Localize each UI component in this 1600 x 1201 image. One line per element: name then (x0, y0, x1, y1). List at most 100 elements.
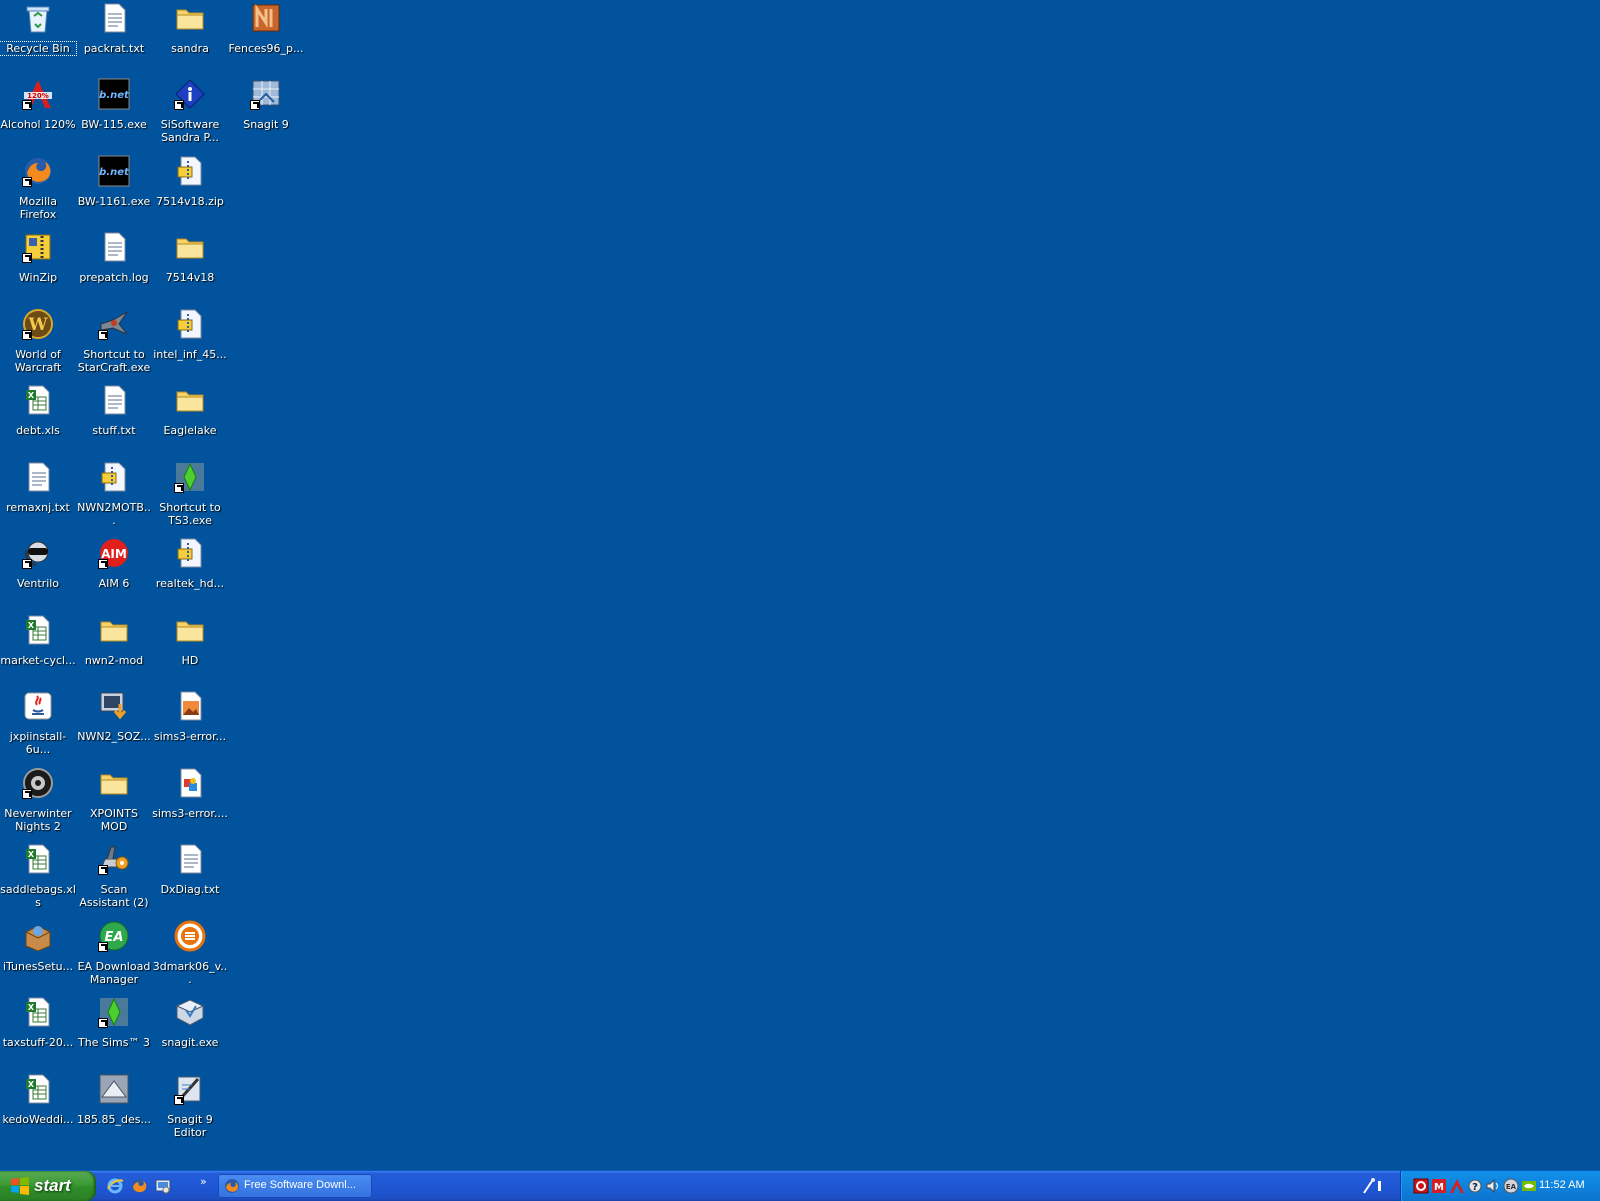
desktop-icon-jxpiinstall[interactable]: jxpiinstall-6u... (0, 688, 76, 762)
volume-icon[interactable] (1485, 1178, 1501, 1194)
clock[interactable]: 11:52 AM (1539, 1179, 1585, 1191)
snagit-editor-icon (174, 1073, 206, 1105)
snagit-icon (250, 78, 282, 110)
desktop-icon-bw-115-exe[interactable]: b.net BW-115.exe (76, 76, 152, 150)
desktop[interactable]: Recycle Bin 120% Alcohol 120% Mozilla Fi… (0, 0, 1600, 1170)
desktop-icon-nwn2-soz[interactable]: NWN2_SOZ... (76, 688, 152, 762)
scan-assistant-icon (98, 843, 130, 875)
alcohol-icon: 120% (22, 78, 54, 110)
desktop-icon-packrat-txt[interactable]: packrat.txt (76, 0, 152, 74)
firefox-icon (224, 1178, 240, 1194)
desktop-icon-the-sims-3[interactable]: The Sims™ 3 (76, 994, 152, 1068)
desktop-icon-sandra[interactable]: sandra (152, 0, 228, 74)
desktop-icon-shortcut-starcraft[interactable]: Shortcut to StarCraft.exe (76, 306, 152, 380)
firefox-icon (22, 155, 54, 187)
start-button[interactable]: start (0, 1171, 96, 1201)
image-file-icon (174, 767, 206, 799)
desktop-icon-snagit-9[interactable]: Snagit 9 (228, 76, 304, 150)
desktop-icon-saddlebags-xls[interactable]: X saddlebags.xls (0, 841, 76, 915)
excel-file-icon: X (22, 843, 54, 875)
desktop-icon-recycle-bin[interactable]: Recycle Bin (0, 0, 77, 74)
desktop-icon-3dmark06[interactable]: 3dmark06_v... (152, 918, 228, 992)
windows-logo-icon (10, 1176, 30, 1196)
taskbar: start » Free Software Downl... M ? EA 11… (0, 1170, 1600, 1201)
excel-file-icon: X (22, 996, 54, 1028)
desktop-icon-sisoftware-sandra[interactable]: SiSoftware Sandra P... (152, 76, 228, 150)
show-desktop-icon[interactable] (154, 1177, 172, 1195)
folder-icon (174, 614, 206, 646)
task-button-firefox[interactable]: Free Software Downl... (218, 1174, 372, 1198)
installer-icon (250, 2, 282, 34)
desktop-icon-185-85-des[interactable]: 185.85_des... (76, 1071, 152, 1145)
svg-text:X: X (28, 1003, 35, 1012)
desktop-icon-world-of-warcraft[interactable]: W World of Warcraft (0, 306, 76, 380)
svg-text:X: X (28, 391, 35, 400)
desktop-icon-sims3-error-1[interactable]: sims3-error... (152, 688, 228, 762)
desktop-icon-xpoints-mod[interactable]: XPOINTS MOD (76, 765, 152, 839)
desktop-icon-alcohol-120[interactable]: 120% Alcohol 120% (0, 76, 76, 150)
desktop-icon-stuff-txt[interactable]: stuff.txt (76, 382, 152, 456)
desktop-icon-sims3-error-2[interactable]: sims3-error.... (152, 765, 228, 839)
desktop-icon-hd[interactable]: HD (152, 612, 228, 686)
desktop-icon-taxstuff[interactable]: X taxstuff-20... (0, 994, 76, 1068)
svg-text:X: X (28, 850, 35, 859)
desktop-icon-neverwinter-nights-2[interactable]: Neverwinter Nights 2 (0, 765, 76, 839)
zip-file-icon (174, 155, 206, 187)
internet-explorer-icon[interactable] (106, 1177, 124, 1195)
desktop-icon-mozilla-firefox[interactable]: Mozilla Firefox (0, 153, 76, 227)
ventrilo-icon (22, 537, 54, 569)
folder-icon (174, 384, 206, 416)
snagit-installer-icon (174, 996, 206, 1028)
nvidia-installer-icon (98, 1073, 130, 1105)
desktop-icon-realtek-hd[interactable]: realtek_hd... (152, 535, 228, 609)
svg-text:120%: 120% (27, 92, 49, 100)
desktop-icon-intel-inf[interactable]: intel_inf_45... (152, 306, 228, 380)
desktop-icon-kedoweddi[interactable]: X kedoWeddi... (0, 1071, 76, 1145)
desktop-icon-7514v18[interactable]: 7514v18 (152, 229, 228, 303)
desktop-icon-scan-assistant[interactable]: Scan Assistant (2) (76, 841, 152, 915)
help-icon[interactable]: ? (1467, 1178, 1483, 1194)
zip-file-icon (98, 461, 130, 493)
desktop-icon-shortcut-ts3[interactable]: Shortcut to TS3.exe (152, 459, 228, 533)
system-tray: M ? EA 11:52 AM (1400, 1171, 1600, 1201)
desktop-icon-remaxnj-txt[interactable]: remaxnj.txt (0, 459, 76, 533)
desktop-icon-winzip[interactable]: WinZip (0, 229, 76, 303)
mcafee-icon[interactable]: M (1431, 1178, 1447, 1194)
quick-launch-more-button[interactable]: » (200, 1175, 207, 1188)
installer-icon (98, 690, 130, 722)
desktop-icon-eaglelake[interactable]: Eaglelake (152, 382, 228, 456)
excel-file-icon: X (22, 614, 54, 646)
ea-tray-icon[interactable]: EA (1503, 1178, 1519, 1194)
desktop-icon-nwn2-mod[interactable]: nwn2-mod (76, 612, 152, 686)
desktop-icon-market-cycl[interactable]: X market-cycl... (0, 612, 76, 686)
recycle-bin-icon (22, 2, 54, 34)
desktop-icon-fences96[interactable]: Fences96_p... (228, 0, 304, 74)
language-bar[interactable] (1360, 1175, 1386, 1197)
itunes-setup-icon (22, 920, 54, 952)
desktop-icon-prepatch-log[interactable]: prepatch.log (76, 229, 152, 303)
folder-icon (174, 2, 206, 34)
desktop-icon-snagit-9-editor[interactable]: Snagit 9 Editor (152, 1071, 228, 1145)
desktop-icon-itunessetup[interactable]: iTunesSetu... (0, 918, 76, 992)
firefox-icon[interactable] (130, 1177, 148, 1195)
text-file-icon (174, 843, 206, 875)
desktop-icon-nwn2motb[interactable]: NWN2MOTB... (76, 459, 152, 533)
desktop-icon-debt-xls[interactable]: X debt.xls (0, 382, 76, 456)
image-file-icon (174, 690, 206, 722)
svg-text:EA: EA (1506, 1183, 1517, 1191)
text-file-icon (98, 231, 130, 263)
desktop-icon-aim-6[interactable]: AIM AIM 6 (76, 535, 152, 609)
bnet-exe-icon: b.net (98, 78, 130, 110)
desktop-icon-snagit-exe[interactable]: snagit.exe (152, 994, 228, 1068)
alcohol-tray-icon[interactable] (1449, 1178, 1465, 1194)
desktop-icon-7514v18-zip[interactable]: 7514v18.zip (152, 153, 228, 227)
antivirus-icon[interactable] (1413, 1178, 1429, 1194)
folder-icon (98, 767, 130, 799)
java-icon (22, 690, 54, 722)
desktop-icon-dxdiag-txt[interactable]: DxDiag.txt (152, 841, 228, 915)
desktop-icon-bw-1161-exe[interactable]: b.net BW-1161.exe (76, 153, 152, 227)
desktop-icon-ventrilo[interactable]: Ventrilo (0, 535, 76, 609)
desktop-icon-ea-download-manager[interactable]: EA EA Download Manager (76, 918, 152, 992)
nvidia-icon[interactable] (1521, 1178, 1537, 1194)
3dmark-icon (174, 920, 206, 952)
